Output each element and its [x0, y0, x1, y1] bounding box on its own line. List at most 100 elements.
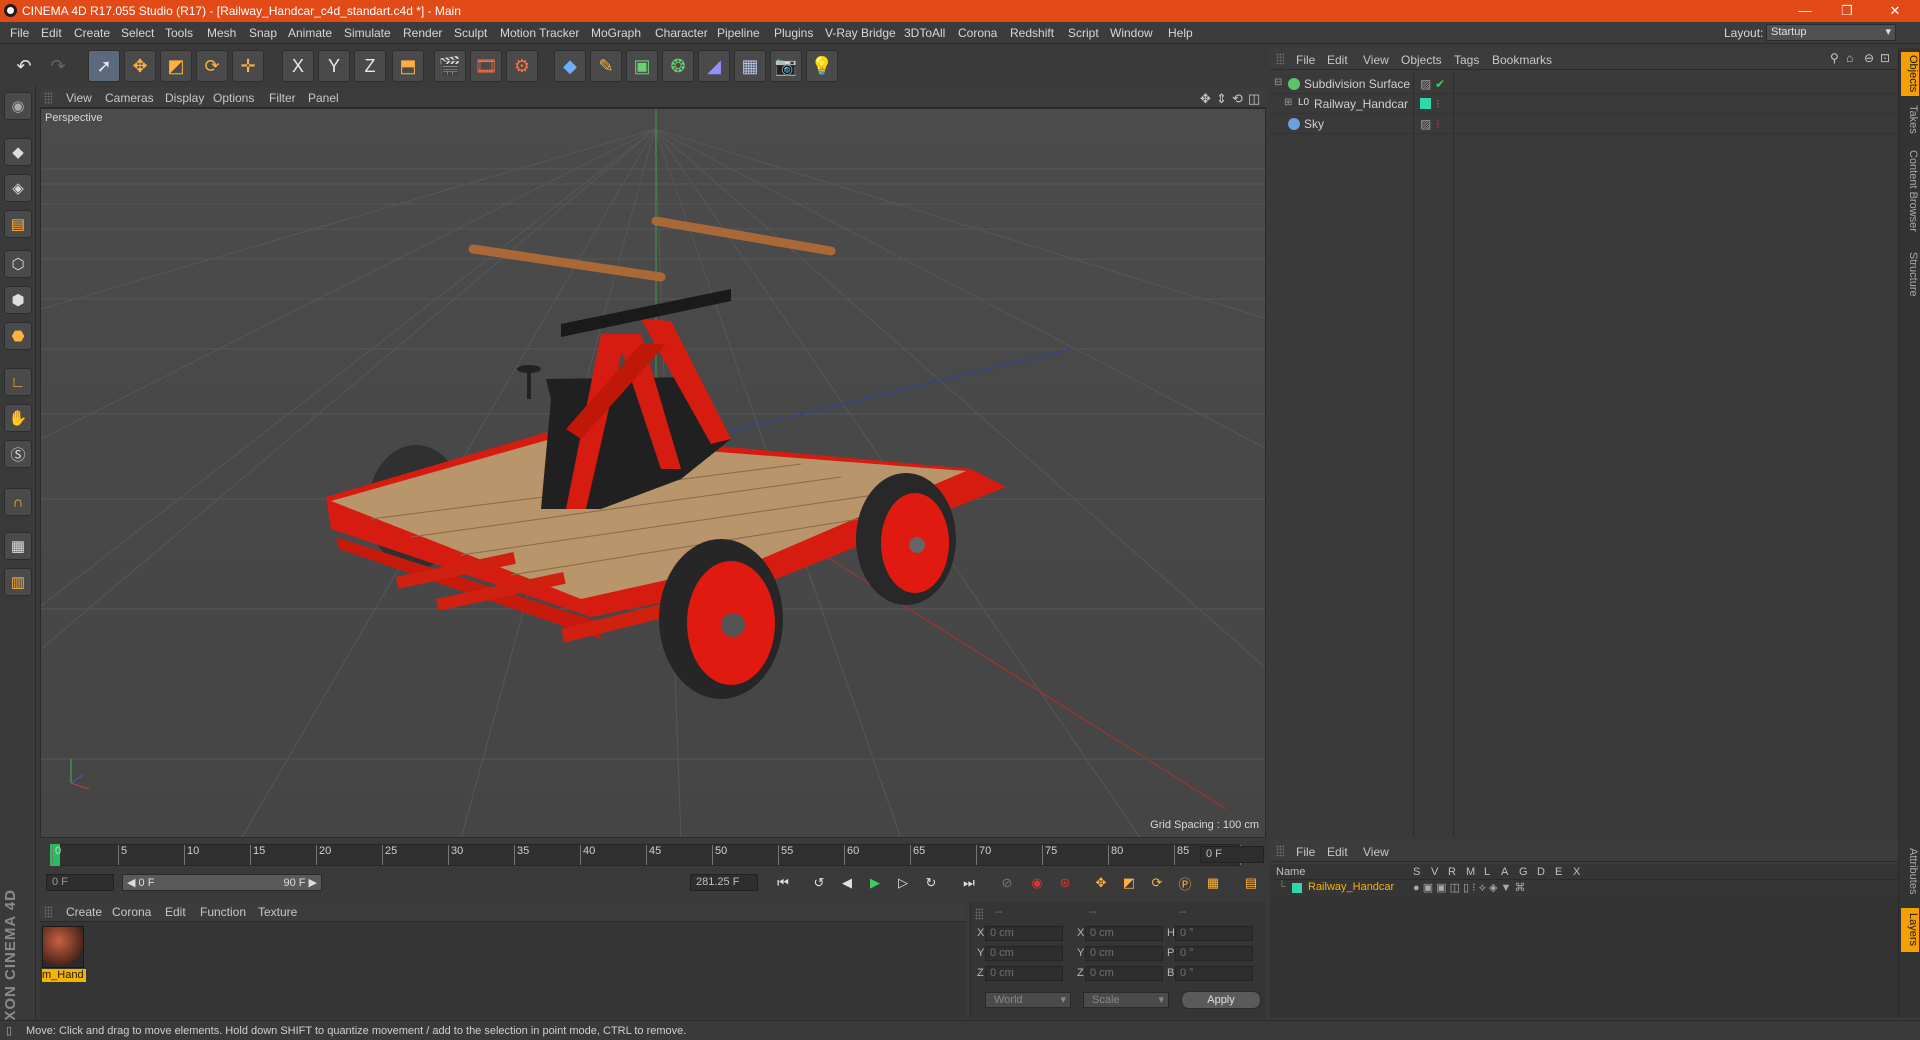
- key-scale-icon[interactable]: ◩: [1118, 872, 1140, 894]
- render-settings-icon[interactable]: ⚙: [506, 50, 538, 82]
- render-dots-icon[interactable]: ⁝: [1436, 97, 1440, 111]
- go-to-start-icon[interactable]: ⏮: [772, 872, 794, 894]
- visibility-icon[interactable]: ▨: [1420, 117, 1431, 131]
- object-menu-file[interactable]: File: [1296, 53, 1315, 67]
- coord-position-field[interactable]: 0 cm: [985, 926, 1063, 941]
- visibility-icon[interactable]: ▨: [1420, 77, 1431, 91]
- coord-position-field[interactable]: 0 cm: [985, 966, 1063, 981]
- layer-color-swatch[interactable]: [1420, 98, 1431, 109]
- floor-scene-icon[interactable]: ▦: [734, 50, 766, 82]
- play-forward-icon[interactable]: ▶: [864, 872, 886, 894]
- coord-size-field[interactable]: 0 cm: [1085, 926, 1163, 941]
- menu-edit[interactable]: Edit: [41, 26, 62, 40]
- menu-help[interactable]: Help: [1168, 26, 1193, 40]
- coord-position-field[interactable]: 0 cm: [985, 946, 1063, 961]
- menu-sculpt[interactable]: Sculpt: [454, 26, 487, 40]
- layout-dropdown[interactable]: Startup ▾: [1766, 24, 1896, 41]
- link-icon[interactable]: ⊖: [1864, 51, 1874, 65]
- render-dots-icon[interactable]: ⁝: [1436, 117, 1440, 131]
- menu-simulate[interactable]: Simulate: [344, 26, 391, 40]
- deformer-icon[interactable]: ◢: [698, 50, 730, 82]
- tab-structure[interactable]: Structure: [1901, 246, 1919, 302]
- expand-icon[interactable]: ⊞: [1284, 97, 1292, 108]
- viewport-menu-cameras[interactable]: Cameras: [105, 91, 154, 105]
- menu-character[interactable]: Character: [655, 26, 708, 40]
- live-transform-icon[interactable]: ✛: [232, 50, 264, 82]
- axis-mode-icon[interactable]: ∟: [4, 368, 32, 396]
- tab-layers[interactable]: Layers: [1901, 908, 1919, 952]
- tab-content-browser[interactable]: Content Browser: [1901, 142, 1919, 240]
- material-menu-corona[interactable]: Corona: [112, 905, 151, 919]
- layer-menu-view[interactable]: View: [1363, 845, 1389, 859]
- material-menu-function[interactable]: Function: [200, 905, 246, 919]
- menu-mesh[interactable]: Mesh: [207, 26, 236, 40]
- render-view-icon[interactable]: 🎬: [434, 50, 466, 82]
- render-picture-viewer-icon[interactable]: 🎞: [470, 50, 502, 82]
- scale-tool-icon[interactable]: ◩: [160, 50, 192, 82]
- 3d-viewport[interactable]: Perspective Grid Spacing : 100 cm: [40, 108, 1266, 838]
- object-menu-bookmarks[interactable]: Bookmarks: [1492, 53, 1552, 67]
- workplane-mode-icon[interactable]: ▤: [4, 210, 32, 238]
- layer-toggle-icons[interactable]: ● ▣ ▣ ◫ ▯ ⁝ ⟡ ◈ ▼ ⌘: [1413, 881, 1526, 895]
- go-to-end-icon[interactable]: ⏭: [958, 872, 980, 894]
- key-parameter-icon[interactable]: Ⓟ: [1174, 872, 1196, 894]
- menu-vray-bridge[interactable]: V-Ray Bridge: [825, 26, 896, 40]
- enabled-checkmark-icon[interactable]: ✔: [1435, 77, 1445, 91]
- subdivision-surface-icon[interactable]: ▣: [626, 50, 658, 82]
- collapse-icon[interactable]: ⊟: [1274, 77, 1282, 88]
- menu-select[interactable]: Select: [121, 26, 154, 40]
- menu-animate[interactable]: Animate: [288, 26, 332, 40]
- coord-rotation-field[interactable]: 0 °: [1175, 946, 1253, 961]
- layer-menu-edit[interactable]: Edit: [1327, 845, 1348, 859]
- z-axis-lock-button[interactable]: Z: [354, 50, 386, 82]
- close-button[interactable]: ✕: [1886, 2, 1904, 20]
- planar-workplane-icon[interactable]: ▥: [4, 568, 32, 596]
- snapping-icon[interactable]: Ⓢ: [4, 440, 32, 468]
- layer-name[interactable]: Railway_Handcar: [1308, 881, 1394, 893]
- light-icon[interactable]: 💡: [806, 50, 838, 82]
- pen-spline-icon[interactable]: ✎: [590, 50, 622, 82]
- menu-mograph[interactable]: MoGraph: [591, 26, 641, 40]
- material-thumbnail[interactable]: [42, 926, 84, 968]
- menu-file[interactable]: File: [10, 26, 29, 40]
- rotate-view-icon[interactable]: ⟲: [1232, 91, 1243, 107]
- move-view-icon[interactable]: ✥: [1200, 91, 1211, 107]
- object-row-sky[interactable]: Sky ▨ ⁝: [1270, 114, 1898, 134]
- home-icon[interactable]: ⌂: [1846, 51, 1853, 65]
- menu-corona[interactable]: Corona: [958, 26, 997, 40]
- zoom-view-icon[interactable]: ⇕: [1216, 91, 1227, 107]
- key-rotation-icon[interactable]: ⟳: [1146, 872, 1168, 894]
- menu-create[interactable]: Create: [74, 26, 110, 40]
- select-tool-icon[interactable]: ➚: [88, 50, 120, 82]
- model-mode-icon[interactable]: ◆: [4, 138, 32, 166]
- coordinate-system-icon[interactable]: ⬒: [392, 50, 424, 82]
- rotate-tool-icon[interactable]: ⟳: [196, 50, 228, 82]
- menu-script[interactable]: Script: [1068, 26, 1099, 40]
- viewport-menu-panel[interactable]: Panel: [308, 91, 339, 105]
- key-position-icon[interactable]: ✥: [1090, 872, 1112, 894]
- coordinate-mode-dropdown[interactable]: Scale ▾: [1083, 992, 1169, 1008]
- tweak-mode-icon[interactable]: ✋: [4, 404, 32, 432]
- menu-redshift[interactable]: Redshift: [1010, 26, 1054, 40]
- material-menu-edit[interactable]: Edit: [165, 905, 186, 919]
- object-row-railway-handcar[interactable]: ⊞ L0 Railway_Handcar ⁝: [1270, 94, 1898, 114]
- drag-handle-icon[interactable]: [975, 908, 983, 920]
- coord-size-field[interactable]: 0 cm: [1085, 946, 1163, 961]
- key-pla-icon[interactable]: ▦: [1202, 872, 1224, 894]
- locked-workplane-icon[interactable]: ▦: [4, 532, 32, 560]
- material-menu-texture[interactable]: Texture: [258, 905, 297, 919]
- undo-icon[interactable]: ↶: [8, 50, 40, 82]
- maximize-view-icon[interactable]: ◫: [1248, 91, 1260, 107]
- maximize-button[interactable]: ❐: [1838, 2, 1856, 20]
- object-menu-objects[interactable]: Objects: [1401, 53, 1442, 67]
- coord-rotation-field[interactable]: 0 °: [1175, 926, 1253, 941]
- layer-row-railway-handcar[interactable]: └ Railway_Handcar ● ▣ ▣ ◫ ▯ ⁝ ⟡ ◈ ▼ ⌘: [1270, 880, 1898, 896]
- tab-takes[interactable]: Takes: [1901, 102, 1919, 136]
- menu-tools[interactable]: Tools: [165, 26, 193, 40]
- object-row-subdivision-surface[interactable]: ⊟ Subdivision Surface ▨ ✔: [1270, 74, 1898, 94]
- make-editable-icon[interactable]: ◉: [4, 92, 32, 120]
- magnet-icon[interactable]: ∩: [4, 488, 32, 516]
- layer-color-swatch[interactable]: [1292, 883, 1302, 893]
- previous-key-icon[interactable]: ↺: [808, 872, 830, 894]
- menu-window[interactable]: Window: [1110, 26, 1153, 40]
